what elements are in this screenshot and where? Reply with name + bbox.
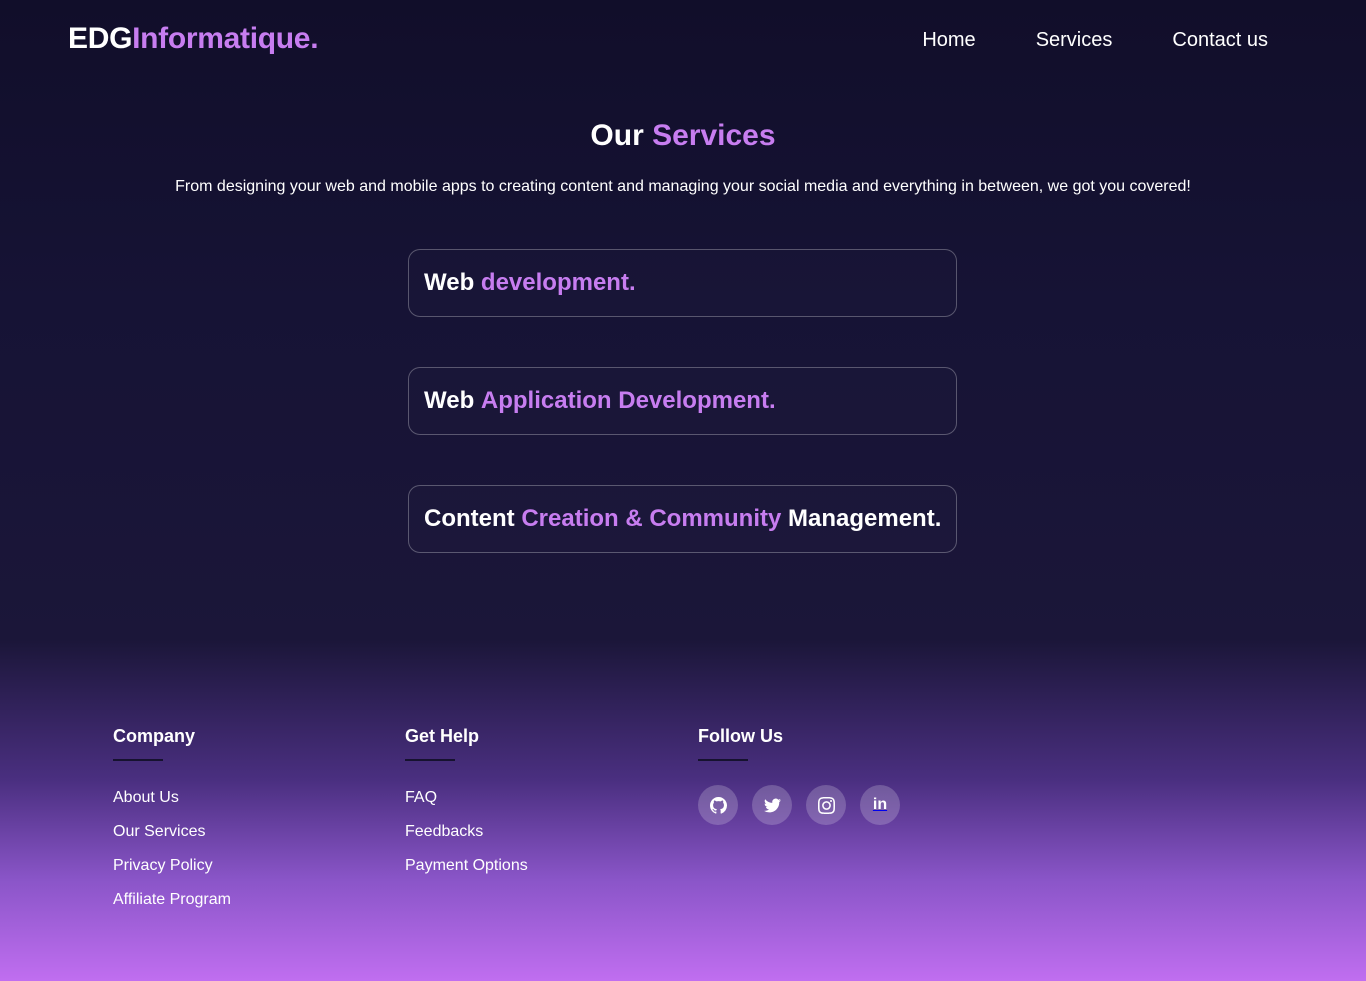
nav-link-contact[interactable]: Contact us bbox=[1172, 29, 1268, 52]
list-item: Privacy Policy bbox=[113, 857, 231, 875]
list-item: About Us bbox=[113, 789, 231, 807]
services-title-accent: Services bbox=[652, 119, 776, 152]
site-logo[interactable]: EDGInformatique. bbox=[68, 22, 319, 56]
footer-link-about-us[interactable]: About Us bbox=[113, 789, 179, 806]
service-card-title-white-end: Management. bbox=[788, 505, 942, 532]
twitter-icon bbox=[763, 798, 781, 812]
list-item: Payment Options bbox=[405, 857, 528, 875]
service-card-title-white: Web bbox=[424, 269, 475, 296]
github-icon bbox=[709, 796, 727, 814]
social-links: in bbox=[698, 785, 900, 825]
list-item: Affiliate Program bbox=[113, 891, 231, 909]
footer-link-privacy-policy[interactable]: Privacy Policy bbox=[113, 857, 213, 874]
logo-main-text: EDG bbox=[68, 22, 133, 55]
footer-heading-follow: Follow Us bbox=[698, 726, 783, 746]
footer-link-feedbacks[interactable]: Feedbacks bbox=[405, 823, 483, 840]
linkedin-link[interactable]: in bbox=[860, 785, 900, 825]
footer-column-follow: Follow Us in bbox=[698, 726, 900, 825]
footer-link-faq[interactable]: FAQ bbox=[405, 789, 437, 806]
footer-links-company: About Us Our Services Privacy Policy Aff… bbox=[113, 789, 231, 909]
service-card-title-white: Web bbox=[424, 387, 475, 414]
footer-link-affiliate-program[interactable]: Affiliate Program bbox=[113, 891, 231, 908]
navbar: EDGInformatique. Home Services Contact u… bbox=[0, 0, 1366, 80]
services-title-white: Our bbox=[590, 119, 644, 152]
service-card-web-development[interactable]: Web development. bbox=[408, 249, 957, 317]
instagram-link[interactable] bbox=[806, 785, 846, 825]
nav-link-home[interactable]: Home bbox=[922, 29, 975, 52]
service-card-title-accent: development. bbox=[480, 269, 636, 296]
linkedin-icon: in bbox=[872, 796, 888, 813]
service-card-web-application[interactable]: Web Application Development. bbox=[408, 367, 957, 435]
github-link[interactable] bbox=[698, 785, 738, 825]
service-card-title-white: Content bbox=[424, 505, 515, 532]
services-title: Our Services bbox=[0, 119, 1366, 153]
footer-links-help: FAQ Feedbacks Payment Options bbox=[405, 789, 528, 875]
heading-underline bbox=[113, 759, 163, 761]
footer-heading-company: Company bbox=[113, 726, 196, 746]
nav-link-services[interactable]: Services bbox=[1036, 29, 1113, 52]
services-subtitle: From designing your web and mobile apps … bbox=[175, 178, 1191, 195]
footer-column-help: Get Help FAQ Feedbacks Payment Options bbox=[405, 726, 528, 891]
heading-underline bbox=[405, 759, 455, 761]
footer-heading-help: Get Help bbox=[405, 726, 480, 746]
main-nav: Home Services Contact us bbox=[922, 29, 1268, 52]
service-card-title-accent: Application Development. bbox=[480, 387, 776, 414]
logo-accent-text: Informatique. bbox=[132, 22, 319, 55]
twitter-link[interactable] bbox=[752, 785, 792, 825]
footer-link-payment-options[interactable]: Payment Options bbox=[405, 857, 528, 874]
service-card-title-accent: Creation & Community bbox=[521, 505, 782, 532]
footer-link-our-services[interactable]: Our Services bbox=[113, 823, 205, 840]
list-item: FAQ bbox=[405, 789, 528, 807]
footer-column-company: Company About Us Our Services Privacy Po… bbox=[113, 726, 231, 925]
list-item: Our Services bbox=[113, 823, 231, 841]
service-card-content-community[interactable]: Content Creation & Community Management. bbox=[408, 485, 957, 553]
instagram-icon bbox=[817, 796, 835, 814]
heading-underline bbox=[698, 759, 748, 761]
list-item: Feedbacks bbox=[405, 823, 528, 841]
